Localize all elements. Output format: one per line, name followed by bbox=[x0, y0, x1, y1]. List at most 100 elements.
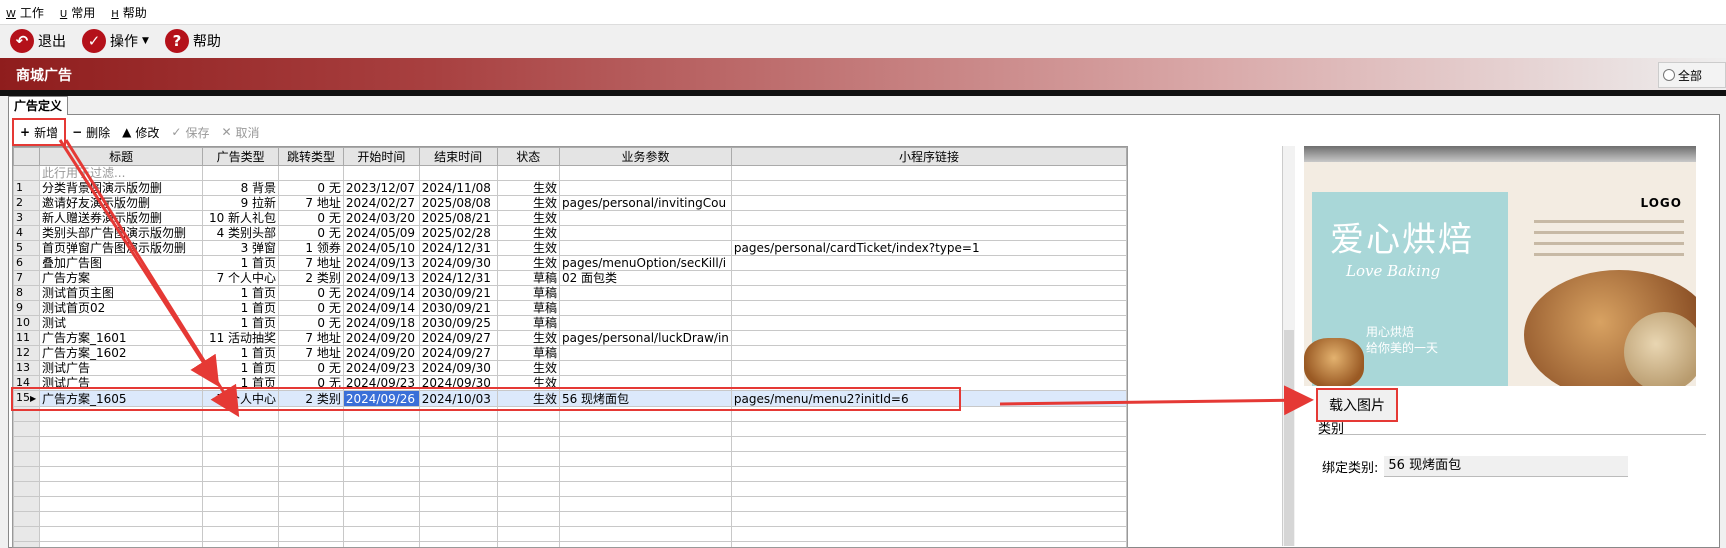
empty-cell[interactable] bbox=[343, 542, 419, 548]
row-number-cell[interactable]: 12 bbox=[14, 346, 40, 361]
filter-cell[interactable] bbox=[731, 166, 1126, 181]
empty-cell[interactable] bbox=[203, 452, 279, 467]
table-row[interactable]: 14测试广告1 首页0 无2024/09/232024/09/30生效 bbox=[14, 376, 1127, 391]
empty-cell[interactable] bbox=[497, 512, 559, 527]
miniprogram-link-cell[interactable]: pages/personal/cardTicket/index?type=1 bbox=[731, 241, 1126, 256]
empty-cell[interactable] bbox=[279, 452, 344, 467]
title-cell[interactable]: 广告方案_1605 bbox=[39, 391, 202, 407]
row-number-cell[interactable] bbox=[14, 166, 40, 181]
column-header[interactable]: 广告类型 bbox=[203, 148, 279, 166]
empty-cell[interactable] bbox=[39, 452, 202, 467]
exit-button[interactable]: ↶ 退出 bbox=[10, 29, 66, 53]
start-date-cell[interactable]: 2024/02/27 bbox=[343, 196, 419, 211]
empty-cell[interactable] bbox=[203, 467, 279, 482]
empty-cell[interactable] bbox=[497, 437, 559, 452]
tab-ad-definition[interactable]: 广告定义 bbox=[8, 96, 68, 115]
empty-cell[interactable] bbox=[497, 422, 559, 437]
row-number-cell[interactable]: 4 bbox=[14, 226, 40, 241]
status-cell[interactable]: 生效 bbox=[497, 256, 559, 271]
filter-cell[interactable] bbox=[279, 166, 344, 181]
status-cell[interactable]: 生效 bbox=[497, 361, 559, 376]
row-number-cell[interactable]: 9 bbox=[14, 301, 40, 316]
jump-type-cell[interactable]: 7 地址 bbox=[279, 196, 344, 211]
empty-cell[interactable] bbox=[419, 527, 497, 542]
empty-cell[interactable] bbox=[731, 497, 1126, 512]
empty-cell[interactable] bbox=[559, 437, 731, 452]
row-number-cell[interactable]: 8 bbox=[14, 286, 40, 301]
ad-type-cell[interactable]: 1 首页 bbox=[203, 376, 279, 391]
ad-type-cell[interactable]: 1 首页 bbox=[203, 316, 279, 331]
filter-cell[interactable] bbox=[559, 166, 731, 181]
row-number-cell[interactable] bbox=[14, 437, 40, 452]
empty-cell[interactable] bbox=[559, 542, 731, 548]
row-number-cell[interactable]: 2 bbox=[14, 196, 40, 211]
start-date-cell[interactable]: 2024/09/18 bbox=[343, 316, 419, 331]
start-date-cell[interactable]: 2024/09/26 bbox=[343, 391, 419, 407]
table-row[interactable]: 12广告方案_16021 首页7 地址2024/09/202024/09/27草… bbox=[14, 346, 1127, 361]
delete-button[interactable]: −删除 bbox=[66, 120, 116, 144]
menu-common[interactable]: U常用 bbox=[60, 4, 95, 21]
column-header[interactable]: 开始时间 bbox=[343, 148, 419, 166]
empty-cell[interactable] bbox=[731, 407, 1126, 422]
business-param-cell[interactable] bbox=[559, 181, 731, 196]
empty-cell[interactable] bbox=[497, 407, 559, 422]
end-date-cell[interactable]: 2024/09/30 bbox=[419, 361, 497, 376]
empty-cell[interactable] bbox=[419, 437, 497, 452]
empty-cell[interactable] bbox=[497, 482, 559, 497]
empty-cell[interactable] bbox=[343, 482, 419, 497]
title-cell[interactable]: 叠加广告图 bbox=[39, 256, 202, 271]
end-date-cell[interactable]: 2024/12/31 bbox=[419, 241, 497, 256]
empty-cell[interactable] bbox=[731, 527, 1126, 542]
status-cell[interactable]: 草稿 bbox=[497, 301, 559, 316]
empty-cell[interactable] bbox=[559, 422, 731, 437]
empty-cell[interactable] bbox=[343, 512, 419, 527]
end-date-cell[interactable]: 2025/08/21 bbox=[419, 211, 497, 226]
ad-type-cell[interactable]: 11 活动抽奖 bbox=[203, 331, 279, 346]
title-cell[interactable]: 测试首页主图 bbox=[39, 286, 202, 301]
row-number-cell[interactable]: 10 bbox=[14, 316, 40, 331]
status-cell[interactable]: 生效 bbox=[497, 376, 559, 391]
empty-cell[interactable] bbox=[419, 407, 497, 422]
business-param-cell[interactable] bbox=[559, 316, 731, 331]
row-number-cell[interactable]: 14 bbox=[14, 376, 40, 391]
empty-cell[interactable] bbox=[279, 542, 344, 548]
miniprogram-link-cell[interactable] bbox=[731, 346, 1126, 361]
status-cell[interactable]: 草稿 bbox=[497, 271, 559, 286]
miniprogram-link-cell[interactable]: pages/menu/menu2?initId=6 bbox=[731, 391, 1126, 407]
scrollbar-thumb[interactable] bbox=[1284, 330, 1294, 546]
empty-cell[interactable] bbox=[203, 407, 279, 422]
title-cell[interactable]: 类别头部广告图演示版勿删 bbox=[39, 226, 202, 241]
end-date-cell[interactable]: 2024/09/27 bbox=[419, 331, 497, 346]
start-date-cell[interactable]: 2024/03/20 bbox=[343, 211, 419, 226]
table-row[interactable]: 7广告方案7 个人中心2 类别2024/09/132024/12/31草稿02 … bbox=[14, 271, 1127, 286]
end-date-cell[interactable]: 2024/11/08 bbox=[419, 181, 497, 196]
miniprogram-link-cell[interactable] bbox=[731, 286, 1126, 301]
empty-cell[interactable] bbox=[279, 497, 344, 512]
ad-type-cell[interactable]: 1 首页 bbox=[203, 346, 279, 361]
row-number-cell[interactable]: 6 bbox=[14, 256, 40, 271]
empty-cell[interactable] bbox=[559, 467, 731, 482]
row-number-cell[interactable] bbox=[14, 467, 40, 482]
operations-button[interactable]: ✓ 操作 ▼ bbox=[82, 29, 149, 53]
empty-cell[interactable] bbox=[497, 497, 559, 512]
load-image-button[interactable]: 载入图片 bbox=[1316, 388, 1398, 422]
filter-row[interactable]: 此行用于过滤... bbox=[14, 166, 1127, 181]
table-row[interactable]: 13测试广告1 首页0 无2024/09/232024/09/30生效 bbox=[14, 361, 1127, 376]
help-button[interactable]: ? 帮助 bbox=[165, 29, 221, 53]
ad-type-cell[interactable]: 9 拉新 bbox=[203, 196, 279, 211]
empty-cell[interactable] bbox=[419, 467, 497, 482]
end-date-cell[interactable]: 2025/08/08 bbox=[419, 196, 497, 211]
empty-cell[interactable] bbox=[39, 467, 202, 482]
start-date-cell[interactable]: 2024/09/14 bbox=[343, 286, 419, 301]
column-header[interactable]: 业务参数 bbox=[559, 148, 731, 166]
bind-category-field[interactable]: 56 现烤面包 bbox=[1384, 456, 1628, 477]
column-header[interactable]: 结束时间 bbox=[419, 148, 497, 166]
empty-cell[interactable] bbox=[419, 452, 497, 467]
miniprogram-link-cell[interactable] bbox=[731, 316, 1126, 331]
jump-type-cell[interactable]: 0 无 bbox=[279, 181, 344, 196]
filter-cell[interactable] bbox=[343, 166, 419, 181]
empty-cell[interactable] bbox=[203, 512, 279, 527]
empty-cell[interactable] bbox=[279, 467, 344, 482]
start-date-cell[interactable]: 2024/09/14 bbox=[343, 301, 419, 316]
filter-input[interactable]: 此行用于过滤... bbox=[39, 166, 202, 181]
